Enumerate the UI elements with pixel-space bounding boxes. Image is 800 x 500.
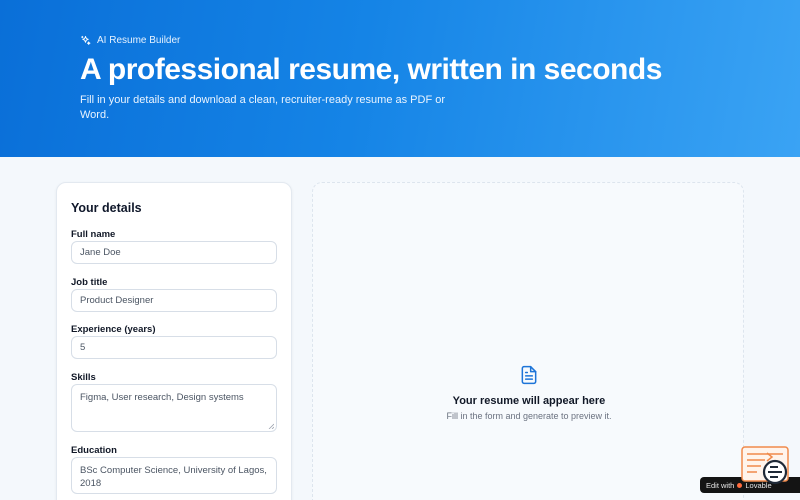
- details-form-card: Your details Full name Jane Doe Job titl…: [56, 182, 292, 500]
- sparkles-icon: [81, 35, 91, 45]
- skills-value: Figma, User research, Design systems: [80, 392, 244, 403]
- edit-with-label: Edit with: [706, 480, 735, 490]
- job-title-label: Job title: [71, 277, 108, 288]
- preview-title: Your resume will appear here: [452, 395, 606, 407]
- hero-banner: AI Resume Builder A professional resume,…: [0, 0, 800, 157]
- experience-input[interactable]: 5: [71, 336, 277, 359]
- app-badge: AI Resume Builder: [80, 35, 180, 46]
- resize-grip-icon[interactable]: [268, 423, 274, 429]
- page-title: A professional resume, written in second…: [80, 53, 662, 86]
- experience-label: Experience (years): [71, 324, 156, 335]
- resume-preview-panel: Your resume will appear here Fill in the…: [312, 182, 744, 500]
- skills-textarea[interactable]: Figma, User research, Design systems: [71, 384, 277, 432]
- skills-label: Skills: [71, 372, 96, 383]
- preview-empty-state: Your resume will appear here Fill in the…: [313, 365, 745, 421]
- form-title: Your details: [71, 201, 142, 215]
- job-title-input[interactable]: Product Designer: [71, 289, 277, 312]
- page-subtitle: Fill in your details and download a clea…: [80, 94, 445, 121]
- full-name-label: Full name: [71, 229, 116, 240]
- document-icon: [521, 365, 537, 385]
- full-name-input[interactable]: Jane Doe: [71, 241, 277, 264]
- assistant-widget-icon[interactable]: [741, 446, 789, 486]
- education-textarea[interactable]: BSc Computer Science, University of Lago…: [71, 457, 277, 494]
- app-badge-label: AI Resume Builder: [97, 35, 181, 46]
- education-label: Education: [71, 445, 117, 456]
- education-value: BSc Computer Science, University of Lago…: [80, 465, 267, 489]
- preview-subtitle: Fill in the form and generate to preview…: [446, 411, 612, 421]
